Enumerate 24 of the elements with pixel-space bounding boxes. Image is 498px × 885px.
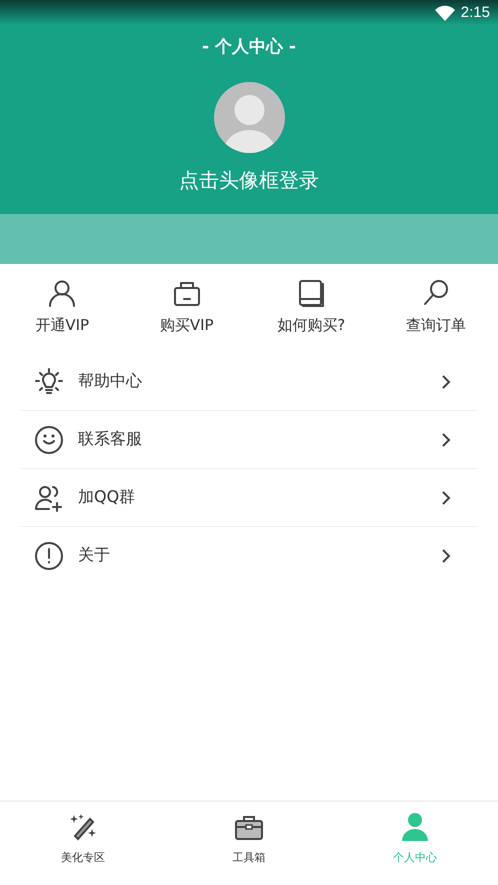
menu-item[interactable]: 关于 (21, 527, 477, 584)
book-icon (296, 278, 326, 308)
nav-tab[interactable]: 工具箱 (166, 802, 332, 885)
menu-item[interactable]: 帮助中心 (21, 353, 477, 411)
nav-tab[interactable]: 美化专区 (0, 802, 166, 885)
quick-action[interactable]: 购买VIP (124, 278, 249, 335)
chevron-icon (441, 432, 451, 448)
magic-wand-icon (68, 812, 98, 842)
chevron-icon (441, 374, 451, 390)
exclamation-icon (34, 540, 64, 570)
smiley-icon (34, 424, 64, 454)
chevron-icon (441, 548, 451, 564)
menu-item[interactable]: 联系客服 (21, 411, 477, 469)
quick-action[interactable]: 如何购买? (249, 278, 374, 335)
quick-action[interactable]: 开通VIP (0, 278, 124, 335)
quick-action[interactable]: 查询订单 (374, 278, 498, 335)
person-icon (47, 278, 78, 308)
page-title: - 个人中心 - (202, 36, 296, 58)
lightbulb-icon (34, 366, 64, 396)
menu-item[interactable]: 加QQ群 (21, 469, 477, 527)
status-time: 2:15 (460, 4, 490, 21)
person-icon (400, 812, 430, 842)
chevron-icon (441, 490, 451, 506)
wifi-icon (434, 4, 455, 20)
